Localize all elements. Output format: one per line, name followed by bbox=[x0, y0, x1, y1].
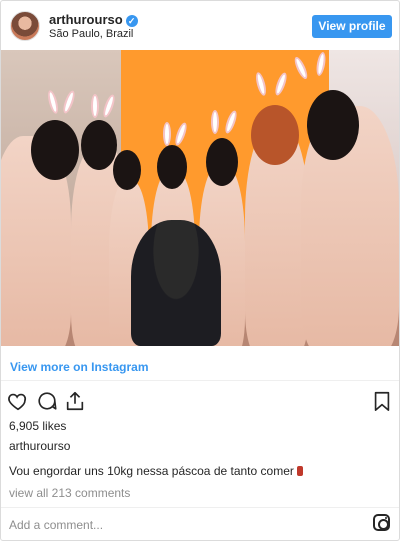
share-upload-icon[interactable] bbox=[64, 390, 86, 412]
likes-count[interactable]: 6,905 likes bbox=[9, 419, 66, 433]
comment-bubble-icon[interactable] bbox=[36, 390, 58, 412]
username-text: arthurourso bbox=[49, 12, 123, 27]
view-all-comments-link[interactable]: view all 213 comments bbox=[9, 486, 130, 500]
bunny-ear bbox=[211, 110, 219, 134]
heart-icon[interactable] bbox=[7, 390, 29, 412]
avatar[interactable] bbox=[10, 11, 40, 41]
view-profile-button[interactable]: View profile bbox=[312, 15, 392, 38]
username-link[interactable]: arthurourso ✓ bbox=[49, 12, 138, 27]
photo-figure-hair bbox=[31, 120, 79, 180]
action-bar bbox=[1, 387, 399, 417]
photo-figure-hair bbox=[113, 150, 141, 190]
photo-figure-hair bbox=[157, 145, 187, 189]
post-photo[interactable] bbox=[1, 50, 399, 346]
photo-figure-hair bbox=[307, 90, 359, 160]
photo-foreground-head bbox=[131, 220, 221, 346]
divider bbox=[1, 380, 399, 381]
instagram-embed-card: arthurourso ✓ São Paulo, Brazil View prof… bbox=[0, 0, 400, 541]
location-link[interactable]: São Paulo, Brazil bbox=[49, 28, 133, 40]
caption-text: Vou engordar uns 10kg nessa páscoa de ta… bbox=[9, 464, 294, 478]
bunny-ear bbox=[163, 122, 171, 146]
caption-text-row: Vou engordar uns 10kg nessa páscoa de ta… bbox=[9, 464, 303, 478]
photo-figure-hair bbox=[81, 120, 117, 170]
photo-figure-hair bbox=[206, 138, 238, 186]
photo-figure-hair bbox=[251, 105, 299, 165]
divider bbox=[1, 507, 399, 508]
verified-badge-icon: ✓ bbox=[125, 15, 138, 27]
view-more-on-instagram-link[interactable]: View more on Instagram bbox=[10, 360, 149, 374]
bookmark-icon[interactable] bbox=[371, 390, 393, 412]
easter-egg-emoji-icon bbox=[296, 466, 303, 476]
bunny-ear bbox=[91, 94, 99, 118]
instagram-logo-icon[interactable] bbox=[373, 514, 390, 531]
post-header: arthurourso ✓ São Paulo, Brazil View prof… bbox=[1, 1, 399, 50]
caption-author[interactable]: arthurourso bbox=[9, 439, 70, 453]
add-comment-input[interactable]: Add a comment... bbox=[9, 518, 103, 532]
